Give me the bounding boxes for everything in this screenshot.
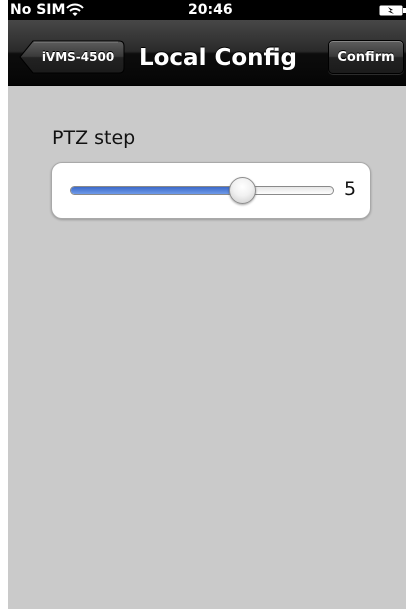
wifi-icon — [66, 3, 84, 16]
status-bar: No SIM 20:46 — [8, 0, 406, 20]
ptz-step-value: 5 — [344, 178, 357, 200]
ptz-step-slider-thumb[interactable] — [228, 177, 256, 204]
ptz-step-slider-track[interactable] — [70, 186, 334, 195]
status-time: 20:46 — [188, 2, 233, 18]
app-screen: No SIM 20:46 iVMS-4500 Local Config Conf… — [8, 0, 406, 609]
page-title: Local Config — [138, 45, 298, 71]
carrier-label: No SIM — [10, 2, 66, 18]
back-button-label: iVMS-4500 — [41, 50, 115, 64]
back-button[interactable]: iVMS-4500 — [19, 40, 125, 74]
battery-charging-icon — [379, 5, 406, 16]
navigation-bar: iVMS-4500 Local Config Confirm — [8, 20, 406, 86]
ptz-step-card: 5 — [51, 162, 371, 219]
confirm-button[interactable]: Confirm — [328, 40, 404, 74]
ptz-step-slider-fill — [71, 187, 243, 194]
ptz-step-label: PTZ step — [52, 127, 136, 149]
